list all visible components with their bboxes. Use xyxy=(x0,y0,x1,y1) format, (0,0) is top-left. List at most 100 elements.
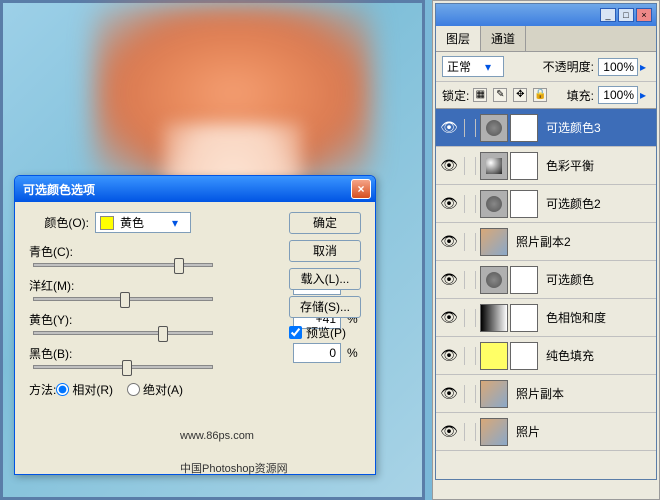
link-slot[interactable] xyxy=(464,347,476,365)
link-slot[interactable] xyxy=(464,157,476,175)
lock-transparency-icon[interactable]: ▦ xyxy=(473,88,487,102)
layer-thumb[interactable] xyxy=(480,380,508,408)
magenta-label: 洋红(M): xyxy=(29,277,89,294)
dialog-title: 可选颜色选项 xyxy=(19,181,351,198)
layer-thumb[interactable] xyxy=(480,266,508,294)
visibility-icon[interactable]: 👁 xyxy=(440,157,458,175)
layer-mask-thumb[interactable] xyxy=(510,342,538,370)
link-slot[interactable] xyxy=(464,309,476,327)
layer-name: 纯色填充 xyxy=(546,347,594,364)
visibility-icon[interactable]: 👁 xyxy=(440,385,458,403)
lock-label: 锁定: xyxy=(442,87,469,104)
layer-thumb[interactable] xyxy=(480,342,508,370)
fill-label: 填充: xyxy=(567,87,594,104)
cyan-slider[interactable] xyxy=(33,263,213,267)
layer-mask-thumb[interactable] xyxy=(510,266,538,294)
close-icon[interactable]: × xyxy=(636,8,652,22)
yellow-slider[interactable] xyxy=(33,331,213,335)
layer-row[interactable]: 👁 可选颜色3 xyxy=(436,109,656,147)
layer-mask-thumb[interactable] xyxy=(510,114,538,142)
layer-mask-thumb[interactable] xyxy=(510,304,538,332)
layer-row[interactable]: 👁 色彩平衡 xyxy=(436,147,656,185)
visibility-icon[interactable]: 👁 xyxy=(440,233,458,251)
layer-thumb[interactable] xyxy=(480,114,508,142)
color-dropdown[interactable]: 黄色 ▾ xyxy=(95,212,191,233)
preview-checkbox[interactable]: 预览(P) xyxy=(289,324,361,341)
layer-row[interactable]: 👁 色相饱和度 xyxy=(436,299,656,337)
visibility-icon[interactable]: 👁 xyxy=(440,309,458,327)
close-icon[interactable]: × xyxy=(351,179,371,199)
fill-input[interactable]: 100% xyxy=(598,86,638,104)
cyan-label: 青色(C): xyxy=(29,243,89,260)
palette-header[interactable]: _ □ × xyxy=(436,4,656,26)
slider-thumb[interactable] xyxy=(174,258,184,274)
black-input[interactable] xyxy=(293,343,341,363)
relative-radio[interactable] xyxy=(56,383,69,396)
arrow-right-icon[interactable]: ▸ xyxy=(640,60,650,74)
layer-name: 照片副本 xyxy=(516,385,564,402)
layer-name: 照片 xyxy=(516,423,540,440)
layer-thumb[interactable] xyxy=(480,418,508,446)
link-slot[interactable] xyxy=(464,423,476,441)
link-slot[interactable] xyxy=(464,385,476,403)
link-slot[interactable] xyxy=(464,271,476,289)
opacity-label: 不透明度: xyxy=(543,58,594,75)
layer-name: 色相饱和度 xyxy=(546,309,606,326)
layer-name: 色彩平衡 xyxy=(546,157,594,174)
layers-panel: _ □ × 图层 通道 正常 ▾ 不透明度: 100% ▸ 锁定: ▦ ✎ ✥ … xyxy=(432,0,660,500)
method-absolute[interactable]: 绝对(A) xyxy=(127,381,183,398)
layer-thumb[interactable] xyxy=(480,304,508,332)
absolute-radio[interactable] xyxy=(127,383,140,396)
layer-mask-thumb[interactable] xyxy=(510,190,538,218)
cancel-button[interactable]: 取消 xyxy=(289,240,361,262)
save-button[interactable]: 存储(S)... xyxy=(289,296,361,318)
lock-move-icon[interactable]: ✥ xyxy=(513,88,527,102)
tab-layers[interactable]: 图层 xyxy=(436,26,481,51)
layer-list: 👁可选颜色3👁色彩平衡👁可选颜色2👁照片副本2👁可选颜色👁色相饱和度👁纯色填充👁… xyxy=(436,109,656,479)
layer-thumb[interactable] xyxy=(480,152,508,180)
tab-channels[interactable]: 通道 xyxy=(481,26,526,51)
magenta-slider[interactable] xyxy=(33,297,213,301)
layer-row[interactable]: 👁 照片 xyxy=(436,413,656,451)
layer-mask-thumb[interactable] xyxy=(510,152,538,180)
visibility-icon[interactable]: 👁 xyxy=(440,119,458,137)
load-button[interactable]: 载入(L)... xyxy=(289,268,361,290)
visibility-icon[interactable]: 👁 xyxy=(440,347,458,365)
slider-thumb[interactable] xyxy=(158,326,168,342)
chevron-down-icon: ▾ xyxy=(485,60,499,74)
layer-name: 可选颜色3 xyxy=(546,119,601,136)
watermark-site: www.86ps.com xyxy=(180,430,254,442)
ok-button[interactable]: 确定 xyxy=(289,212,361,234)
dialog-titlebar[interactable]: 可选颜色选项 × xyxy=(15,176,375,202)
layer-thumb[interactable] xyxy=(480,228,508,256)
black-label: 黑色(B): xyxy=(29,345,89,362)
slider-thumb[interactable] xyxy=(120,292,130,308)
opacity-input[interactable]: 100% xyxy=(598,58,638,76)
lock-paint-icon[interactable]: ✎ xyxy=(493,88,507,102)
link-slot[interactable] xyxy=(464,195,476,213)
method-relative[interactable]: 相对(R) xyxy=(56,381,113,398)
visibility-icon[interactable]: 👁 xyxy=(440,195,458,213)
layer-row[interactable]: 👁 照片副本2 xyxy=(436,223,656,261)
link-slot[interactable] xyxy=(464,233,476,251)
link-slot[interactable] xyxy=(464,119,476,137)
layer-row[interactable]: 👁 纯色填充 xyxy=(436,337,656,375)
visibility-icon[interactable]: 👁 xyxy=(440,271,458,289)
slider-thumb[interactable] xyxy=(122,360,132,376)
layer-name: 可选颜色 xyxy=(546,271,594,288)
arrow-right-icon[interactable]: ▸ xyxy=(640,88,650,102)
layer-row[interactable]: 👁 可选颜色 xyxy=(436,261,656,299)
method-label: 方法: xyxy=(29,381,56,398)
layer-thumb[interactable] xyxy=(480,190,508,218)
maximize-icon[interactable]: □ xyxy=(618,8,634,22)
visibility-icon[interactable]: 👁 xyxy=(440,423,458,441)
layer-row[interactable]: 👁 照片副本 xyxy=(436,375,656,413)
layer-name: 照片副本2 xyxy=(516,233,571,250)
color-label: 颜色(O): xyxy=(29,214,89,231)
layer-row[interactable]: 👁可选颜色2 xyxy=(436,185,656,223)
blend-mode-dropdown[interactable]: 正常 ▾ xyxy=(442,56,504,77)
chevron-down-icon: ▾ xyxy=(172,216,186,230)
black-slider[interactable] xyxy=(33,365,213,369)
minimize-icon[interactable]: _ xyxy=(600,8,616,22)
lock-all-icon[interactable]: 🔒 xyxy=(533,88,547,102)
